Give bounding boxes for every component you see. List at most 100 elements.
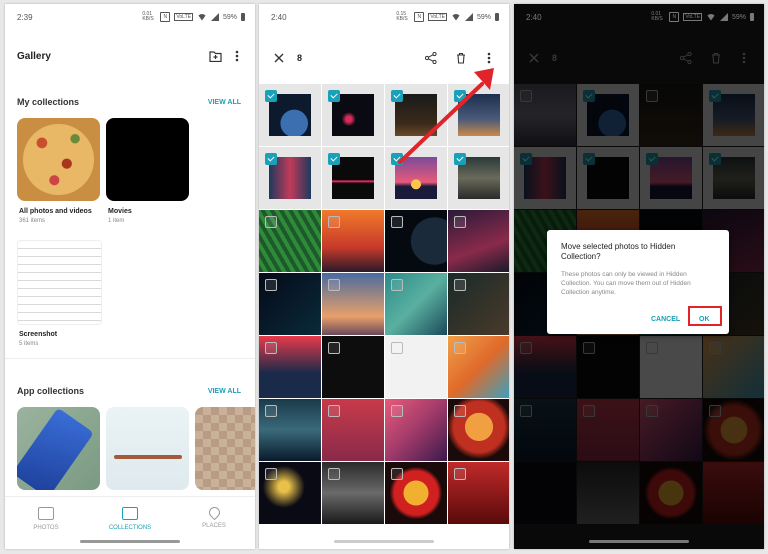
gallery-screen: 2:39 0.01 KB/S N VoLTE 59% Gallery My co… — [5, 4, 255, 549]
checkbox[interactable] — [265, 405, 277, 417]
checkbox[interactable] — [265, 216, 277, 228]
view-all-link[interactable]: VIEW ALL — [208, 99, 241, 106]
checkbox[interactable] — [328, 279, 340, 291]
checkbox[interactable] — [391, 342, 403, 354]
delete-icon[interactable] — [453, 50, 469, 66]
checkbox[interactable] — [454, 342, 466, 354]
photo-tile[interactable] — [448, 273, 509, 335]
checkbox[interactable] — [454, 153, 466, 165]
volte-badge: VoLTE — [174, 13, 193, 21]
checkbox[interactable] — [265, 342, 277, 354]
collection-thumb-movies[interactable] — [106, 118, 189, 201]
app-collection-thumb[interactable] — [106, 407, 189, 490]
photo-tile[interactable] — [385, 399, 447, 461]
photo-tile[interactable] — [259, 210, 321, 272]
app-view-all-link[interactable]: VIEW ALL — [208, 388, 241, 395]
checkbox[interactable] — [454, 468, 466, 480]
my-collections-heading: My collections — [17, 97, 80, 107]
checkbox[interactable] — [391, 153, 403, 165]
nfc-icon: N — [414, 12, 425, 22]
photo-tile[interactable] — [448, 147, 509, 209]
signal-icon — [210, 13, 219, 21]
checkbox[interactable] — [328, 342, 340, 354]
app-collection-thumb[interactable] — [195, 407, 255, 490]
battery-icon — [495, 13, 499, 21]
top-bar: Gallery — [17, 44, 243, 66]
photo-tile[interactable] — [385, 462, 447, 524]
collection-count: 1 item — [108, 218, 125, 224]
nav-label: PLACES — [202, 523, 226, 529]
photo-tile[interactable] — [259, 336, 321, 398]
collection-thumb-all-photos[interactable] — [17, 118, 100, 201]
close-icon[interactable] — [271, 50, 287, 66]
checkbox[interactable] — [265, 153, 277, 165]
battery-icon — [241, 13, 245, 21]
checkbox[interactable] — [391, 468, 403, 480]
photo-tile[interactable] — [448, 399, 509, 461]
photo-tile[interactable] — [322, 399, 384, 461]
checkbox[interactable] — [265, 279, 277, 291]
nfc-icon: N — [160, 12, 171, 22]
nav-photos[interactable]: PHOTOS — [11, 507, 81, 531]
collection-count: 361 items — [19, 218, 46, 224]
photo-tile[interactable] — [448, 84, 509, 146]
checkbox[interactable] — [391, 216, 403, 228]
ok-button[interactable]: OK — [699, 316, 710, 323]
app-collection-thumb[interactable] — [17, 407, 100, 490]
new-folder-icon[interactable] — [207, 48, 223, 64]
wifi-icon — [196, 13, 207, 21]
hidden-collection-dialog: Move selected photos to Hidden Collectio… — [547, 230, 729, 334]
photo-tile[interactable] — [385, 273, 447, 335]
photo-tile[interactable] — [322, 273, 384, 335]
checkbox[interactable] — [328, 468, 340, 480]
selected-count: 8 — [297, 53, 303, 63]
photo-tile[interactable] — [385, 84, 447, 146]
dialog-title: Move selected photos to Hidden Collectio… — [561, 242, 676, 261]
photo-tile[interactable] — [322, 210, 384, 272]
more-options-icon[interactable] — [229, 48, 245, 64]
photo-tile[interactable] — [448, 336, 509, 398]
checkbox[interactable] — [454, 279, 466, 291]
app-collections-heading: App collections — [17, 386, 85, 396]
collection-count: 5 items — [19, 341, 39, 347]
photo-tile[interactable] — [259, 147, 321, 209]
battery-percent: 59% — [476, 13, 491, 21]
photo-tile[interactable] — [385, 336, 447, 398]
nav-places[interactable]: PLACES — [179, 504, 249, 529]
selection-toolbar: 8 — [259, 44, 509, 74]
checkbox[interactable] — [391, 90, 403, 102]
collection-name: Movies — [108, 208, 132, 215]
share-icon[interactable] — [423, 50, 439, 66]
photo-tile[interactable] — [259, 399, 321, 461]
checkbox[interactable] — [391, 405, 403, 417]
checkbox[interactable] — [454, 405, 466, 417]
collection-thumb-screenshot[interactable] — [17, 240, 102, 325]
net-speed: 0.15 KB/S — [396, 11, 408, 22]
photo-tile[interactable] — [448, 462, 509, 524]
photo-tile[interactable] — [385, 147, 447, 209]
photo-tile[interactable] — [322, 336, 384, 398]
photo-tile[interactable] — [322, 462, 384, 524]
gesture-bar — [80, 540, 180, 543]
nav-collections[interactable]: COLLECTIONS — [95, 507, 165, 531]
photo-tile[interactable] — [259, 84, 321, 146]
checkbox[interactable] — [454, 90, 466, 102]
photo-tile[interactable] — [322, 84, 384, 146]
checkbox[interactable] — [265, 468, 277, 480]
photo-tile[interactable] — [322, 147, 384, 209]
checkbox[interactable] — [328, 90, 340, 102]
checkbox[interactable] — [391, 279, 403, 291]
checkbox[interactable] — [328, 153, 340, 165]
cancel-button[interactable]: CANCEL — [651, 316, 680, 323]
checkbox[interactable] — [328, 405, 340, 417]
dialog-message: These photos can only be viewed in Hidde… — [561, 271, 691, 296]
photo-tile[interactable] — [259, 462, 321, 524]
photo-tile[interactable] — [385, 210, 447, 272]
checkbox[interactable] — [328, 216, 340, 228]
battery-percent: 59% — [222, 13, 237, 21]
photo-tile[interactable] — [259, 273, 321, 335]
more-options-icon[interactable] — [481, 50, 497, 66]
photo-tile[interactable] — [448, 210, 509, 272]
checkbox[interactable] — [454, 216, 466, 228]
checkbox[interactable] — [265, 90, 277, 102]
